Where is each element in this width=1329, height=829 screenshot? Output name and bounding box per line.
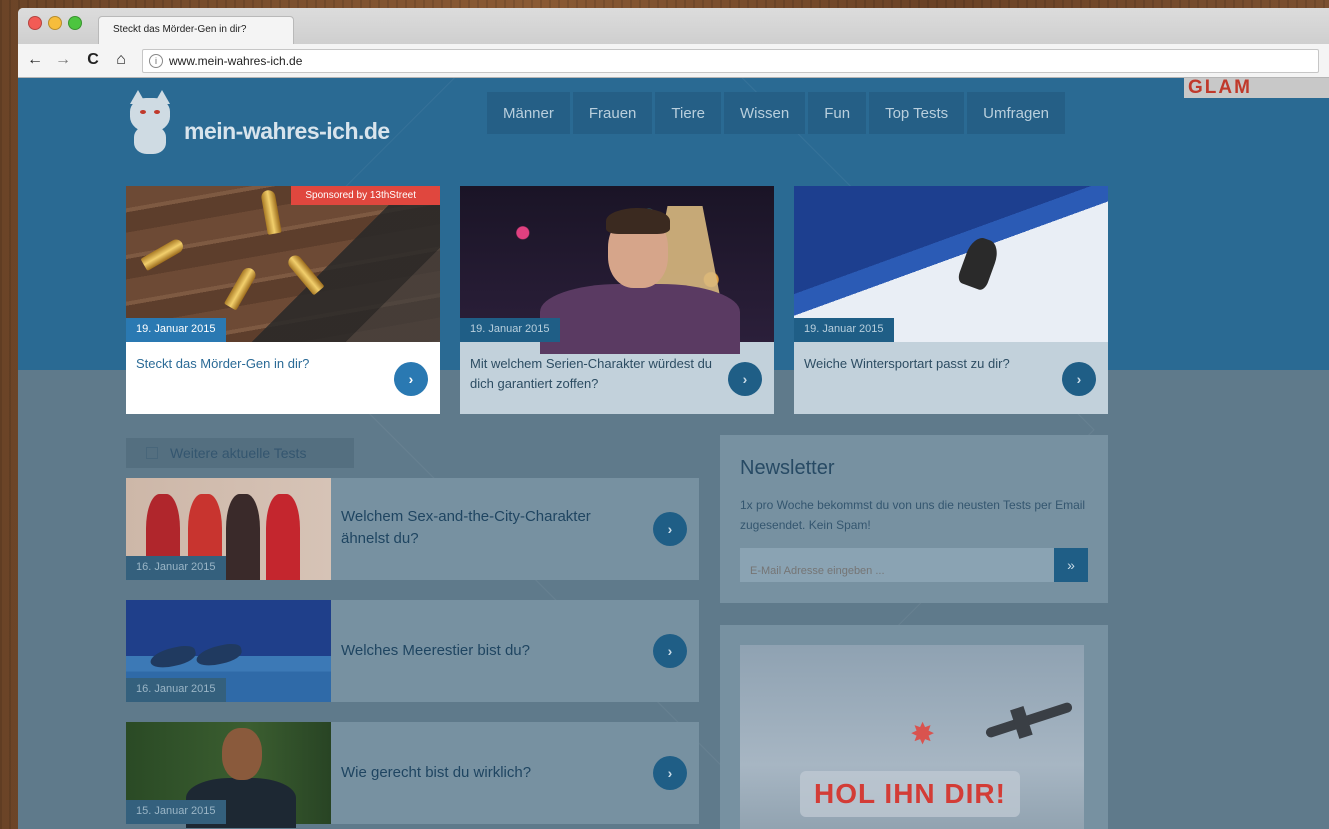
window-controls [28,16,82,30]
home-icon[interactable]: ⌂ [112,51,130,69]
arrow-right-icon[interactable]: › [394,362,428,396]
newsletter-title: Newsletter [740,457,835,479]
list-item[interactable]: 16. Januar 2015 Welches Meerestier bist … [126,600,699,702]
star-icon: ✸ [910,718,936,751]
glam-ad-banner[interactable]: GLAM [1184,78,1329,98]
card-title[interactable]: Mit welchem Serien-Charakter würdest du … [470,354,720,394]
site-logo[interactable]: mein-wahres-ich.de [126,88,390,160]
web-page: mein-wahres-ich.de Männer Frauen Tiere W… [18,78,1329,829]
newsletter-submit-button[interactable]: » [1054,548,1088,582]
card-date: 19. Januar 2015 [460,318,560,342]
card-title[interactable]: Weiche Wintersportart passt zu dir? [804,354,1054,374]
advertisement[interactable]: ✸ HOL IHN DIR! [740,645,1084,829]
back-arrow-icon[interactable]: ← [26,51,44,69]
more-tests-label: Weitere aktuelle Tests [170,445,307,461]
arrow-right-icon[interactable]: › [653,756,687,790]
list-item-date: 16. Januar 2015 [126,556,226,580]
arrow-right-icon[interactable]: › [1062,362,1096,396]
browser-tab[interactable]: Steckt das Mörder-Gen in dir? [98,16,294,44]
site-info-icon[interactable]: i [149,54,163,68]
nav-item-frauen[interactable]: Frauen [572,92,653,134]
card-title[interactable]: Steckt das Mörder-Gen in dir? [136,354,386,374]
nav-item-maenner[interactable]: Männer [487,92,570,134]
arrow-right-icon[interactable]: › [728,362,762,396]
zoom-window-button[interactable] [68,16,82,30]
main-navigation: Männer Frauen Tiere Wissen Fun Top Tests… [487,92,1066,134]
nav-item-fun[interactable]: Fun [808,92,867,134]
browser-window: Steckt das Mörder-Gen in dir? ← → C ⌂ i … [18,8,1329,829]
address-bar[interactable]: i www.mein-wahres-ich.de [142,49,1319,73]
list-item-title[interactable]: Welches Meerestier bist du? [341,640,641,662]
tab-bar: Steckt das Mörder-Gen in dir? [18,8,1329,44]
minimize-window-button[interactable] [48,16,62,30]
url-text: www.mein-wahres-ich.de [169,54,303,68]
cat-logo-icon [126,88,176,160]
nav-item-wissen[interactable]: Wissen [724,92,806,134]
list-item[interactable]: 15. Januar 2015 Wie gerecht bist du wirk… [126,722,699,828]
list-item-title[interactable]: Wie gerecht bist du wirklich? [341,762,641,784]
airplane-graphic [984,701,1074,739]
forward-arrow-icon[interactable]: → [54,51,72,69]
list-icon [146,447,158,459]
reload-icon[interactable]: C [84,51,102,69]
browser-toolbar: ← → C ⌂ i www.mein-wahres-ich.de [18,44,1329,78]
newsletter-text: 1x pro Woche bekommst du von uns die neu… [740,498,1086,532]
close-window-button[interactable] [28,16,42,30]
logo-text: mein-wahres-ich.de [184,117,390,144]
list-item-date: 16. Januar 2015 [126,678,226,702]
email-field[interactable] [740,548,1054,582]
ad-container: ✸ HOL IHN DIR! [720,625,1108,829]
newsletter-box: Newsletter 1x pro Woche bekommst du von … [720,435,1108,603]
featured-card[interactable]: 19. Januar 2015 Weiche Wintersportart pa… [794,186,1108,414]
list-item-date: 15. Januar 2015 [126,800,226,824]
arrow-right-icon[interactable]: › [653,634,687,668]
nav-item-tiere[interactable]: Tiere [655,92,722,134]
arrow-right-icon[interactable]: › [653,512,687,546]
ad-slogan: HOL IHN DIR! [800,771,1020,817]
list-item-title[interactable]: Welchem Sex-and-the-City-Charakter ähnel… [341,506,641,550]
nav-item-top-tests[interactable]: Top Tests [869,92,965,134]
more-tests-header: Weitere aktuelle Tests [126,438,354,468]
nav-item-umfragen[interactable]: Umfragen [967,92,1066,134]
card-date: 19. Januar 2015 [126,318,226,342]
featured-card[interactable]: 19. Januar 2015 Mit welchem Serien-Chara… [460,186,774,414]
featured-card[interactable]: Sponsored by 13thStreet 19. Januar 2015 … [126,186,440,414]
list-item[interactable]: 16. Januar 2015 Welchem Sex-and-the-City… [126,478,699,580]
card-date: 19. Januar 2015 [794,318,894,342]
sponsored-badge: Sponsored by 13thStreet [291,186,440,205]
